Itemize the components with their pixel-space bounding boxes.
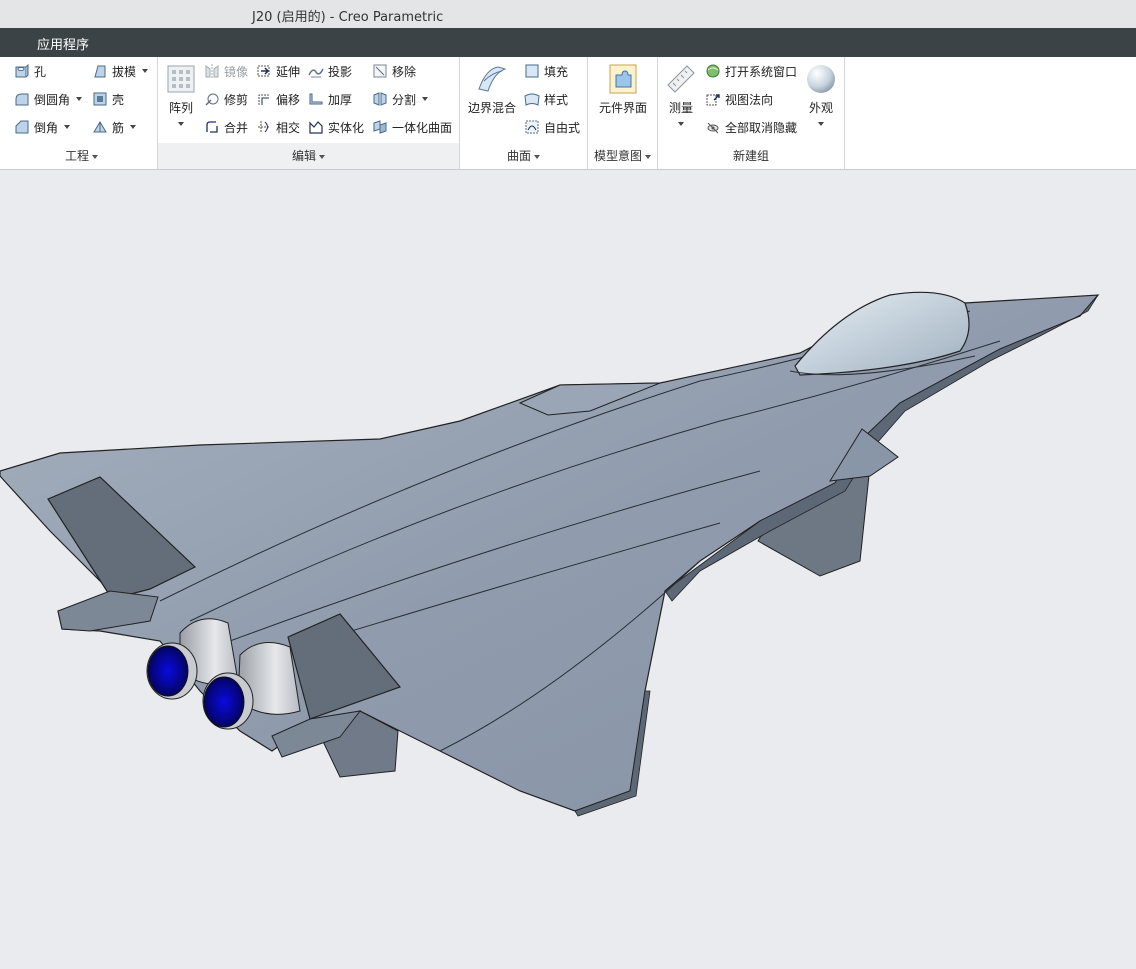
style-button[interactable]: 样式 (524, 88, 568, 110)
open-system-window-button[interactable]: 打开系统窗口 (705, 60, 797, 82)
split-button[interactable]: 分割 (372, 88, 429, 110)
round-icon (14, 91, 30, 107)
fill-icon (524, 63, 540, 79)
group-label-model-intent[interactable]: 模型意图 (588, 146, 657, 166)
remove-button[interactable]: 移除 (372, 60, 416, 82)
ribbon: 孔 拔模 倒圆角 壳 倒角 筋 工程 阵列 镜像 延伸 投影 移除 修剪 偏移 … (0, 57, 1136, 170)
graphics-viewport[interactable] (0, 171, 1136, 969)
tab-applications[interactable]: 应用程序 (37, 34, 89, 53)
eye-unhide-icon (705, 119, 721, 135)
mirror-icon (204, 63, 220, 79)
view-normal-button[interactable]: 视图法向 (705, 88, 773, 110)
hole-button[interactable]: 孔 (14, 60, 46, 82)
group-label-editing[interactable]: 编辑 (158, 146, 459, 166)
component-interface-icon (607, 63, 639, 95)
extend-button[interactable]: 延伸 (256, 60, 300, 82)
split-icon (372, 91, 388, 107)
rib-icon (92, 119, 108, 135)
intersect-button[interactable]: 相交 (256, 116, 300, 138)
pattern-icon (165, 63, 197, 95)
view-normal-icon (705, 91, 721, 107)
chamfer-icon (14, 119, 30, 135)
unify-surfaces-icon (372, 119, 388, 135)
unify-surfaces-button[interactable]: 一体化曲面 (372, 116, 452, 138)
pattern-button[interactable]: 阵列 (166, 63, 196, 126)
solidify-icon (308, 119, 324, 135)
component-interface-button[interactable]: 元件界面 (592, 63, 654, 116)
boundary-blend-icon (476, 63, 508, 95)
title-bar: J20 (启用的) - Creo Parametric (0, 0, 1136, 28)
window-title: J20 (启用的) - Creo Parametric (252, 10, 444, 25)
thicken-icon (308, 91, 324, 107)
shell-button[interactable]: 壳 (92, 88, 124, 110)
ruler-icon (665, 63, 697, 95)
project-icon (308, 63, 324, 79)
group-surfaces: 边界混合 填充 样式 自由式 曲面 (460, 57, 588, 169)
group-label-surfaces[interactable]: 曲面 (460, 146, 587, 166)
jet-model[interactable] (0, 171, 1136, 969)
unhide-all-button[interactable]: 全部取消隐藏 (705, 116, 797, 138)
project-button[interactable]: 投影 (308, 60, 352, 82)
round-button[interactable]: 倒圆角 (14, 88, 83, 110)
group-label-new: 新建组 (732, 149, 769, 163)
appearance-button[interactable]: 外观 (806, 63, 836, 126)
extend-icon (256, 63, 272, 79)
merge-button[interactable]: 合并 (204, 116, 248, 138)
globe-icon (705, 63, 721, 79)
appearance-sphere-icon (805, 63, 837, 95)
offset-button[interactable]: 偏移 (256, 88, 300, 110)
freestyle-icon (524, 119, 540, 135)
boundary-blend-button[interactable]: 边界混合 (466, 63, 518, 116)
solidify-button[interactable]: 实体化 (308, 116, 364, 138)
mirror-button[interactable]: 镜像 (204, 60, 248, 82)
chamfer-button[interactable]: 倒角 (14, 116, 71, 138)
trim-button[interactable]: 修剪 (204, 88, 248, 110)
remove-icon (372, 63, 388, 79)
trim-icon (204, 91, 220, 107)
group-engineering: 孔 拔模 倒圆角 壳 倒角 筋 工程 (6, 57, 158, 169)
freestyle-button[interactable]: 自由式 (524, 116, 580, 138)
hole-icon (14, 63, 30, 79)
draft-icon (92, 63, 108, 79)
group-model-intent: 元件界面 模型意图 (588, 57, 658, 169)
rib-button[interactable]: 筋 (92, 116, 137, 138)
thicken-button[interactable]: 加厚 (308, 88, 352, 110)
measure-button[interactable]: 测量 (664, 63, 698, 126)
offset-icon (256, 91, 272, 107)
group-new: 测量 打开系统窗口 视图法向 全部取消隐藏 外观 新建组 (658, 57, 845, 169)
shell-icon (92, 91, 108, 107)
style-icon (524, 91, 540, 107)
ribbon-tab-bar: 应用程序 (0, 28, 1136, 57)
intersect-icon (256, 119, 272, 135)
group-label-engineering[interactable]: 工程 (6, 146, 157, 166)
draft-button[interactable]: 拔模 (92, 60, 149, 82)
merge-icon (204, 119, 220, 135)
fill-button[interactable]: 填充 (524, 60, 568, 82)
group-editing: 阵列 镜像 延伸 投影 移除 修剪 偏移 加厚 分割 合并 相交 实体化 一体化… (158, 57, 460, 169)
